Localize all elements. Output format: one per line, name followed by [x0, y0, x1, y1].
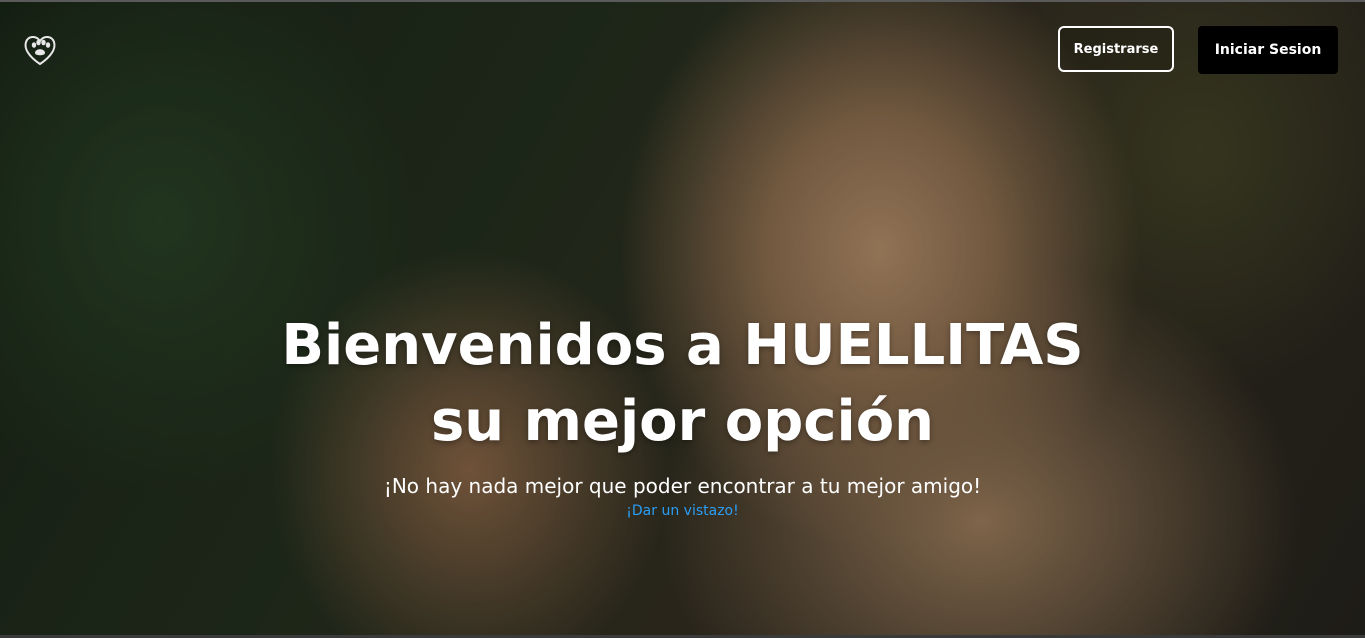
hero-title-line-2: su mejor opción [430, 389, 935, 454]
paw-heart-icon[interactable] [22, 32, 58, 68]
take-a-look-link[interactable]: ¡Dar un vistazo! [0, 501, 1365, 521]
hero-title-line-1: Bienvenidos a HUELLITAS [281, 313, 1084, 378]
hero-section: Registrarse Iniciar Sesion Bienvenidos a… [0, 0, 1365, 638]
login-button[interactable]: Iniciar Sesion [1198, 26, 1338, 74]
register-button[interactable]: Registrarse [1058, 26, 1174, 72]
top-divider [0, 0, 1365, 2]
hero-subtitle: ¡No hay nada mejor que poder encontrar a… [383, 474, 982, 498]
hero-title: Bienvenidos a HUELLITAS su mejor opción [0, 308, 1365, 460]
